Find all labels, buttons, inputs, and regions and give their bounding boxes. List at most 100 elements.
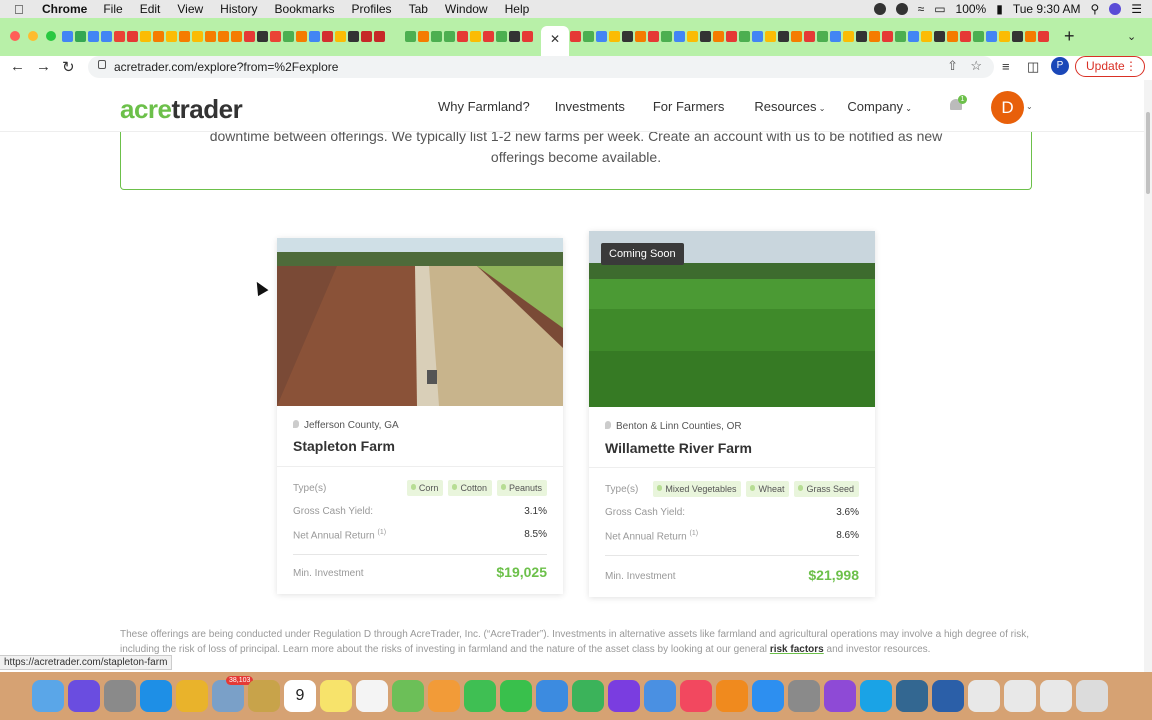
launchpad-icon[interactable] [104, 680, 136, 712]
close-window-button[interactable] [10, 31, 20, 41]
tab-favicon-icon[interactable] [322, 31, 333, 42]
acretrader-logo[interactable]: acretrader [120, 94, 243, 125]
farm-photo[interactable]: Coming Soon [589, 231, 875, 407]
tab-favicon-icon[interactable] [791, 31, 802, 42]
tab-favicon-icon[interactable] [244, 31, 255, 42]
notes-app-icon[interactable] [248, 680, 280, 712]
tab-favicon-icon[interactable] [648, 31, 659, 42]
photos-icon[interactable] [428, 680, 460, 712]
page-scrollbar[interactable] [1144, 80, 1152, 672]
tab-favicon-icon[interactable] [483, 31, 494, 42]
tab-favicon-icon[interactable] [361, 31, 372, 42]
tab-favicon-icon[interactable] [804, 31, 815, 42]
tab-favicon-icon[interactable] [153, 31, 164, 42]
imovie-icon[interactable] [608, 680, 640, 712]
facetime-icon[interactable] [500, 680, 532, 712]
spotlight-icon[interactable]: ⚲ [1090, 2, 1099, 16]
tab-favicon-icon[interactable] [778, 31, 789, 42]
tab-favicon-icon[interactable] [947, 31, 958, 42]
active-tab[interactable]: ✕ [541, 26, 569, 56]
close-tab-icon[interactable]: ✕ [550, 32, 560, 46]
farm-card-willamette[interactable]: Coming Soon Benton & Linn Counties, OR W… [589, 231, 875, 597]
tab-favicon-icon[interactable] [869, 31, 880, 42]
chevron-down-icon[interactable]: ⌄ [1026, 102, 1033, 111]
tab-favicon-icon[interactable] [895, 31, 906, 42]
forward-button[interactable]: → [36, 58, 51, 75]
tab-favicon-icon[interactable] [609, 31, 620, 42]
tab-favicon-icon[interactable] [661, 31, 672, 42]
tab-favicon-icon[interactable] [509, 31, 520, 42]
tab-favicon-icon[interactable] [583, 31, 594, 42]
tab-favicon-icon[interactable] [856, 31, 867, 42]
tab-favicon-icon[interactable] [192, 31, 203, 42]
tab-favicon-icon[interactable] [496, 31, 507, 42]
new-tab-button[interactable]: + [1064, 26, 1075, 47]
zoom-window-button[interactable] [46, 31, 56, 41]
tab-favicon-icon[interactable] [713, 31, 724, 42]
tab-favicon-icon[interactable] [418, 31, 429, 42]
tab-favicon-icon[interactable] [270, 31, 281, 42]
tab-favicon-icon[interactable] [986, 31, 997, 42]
safari-icon[interactable] [140, 680, 172, 712]
preview-icon[interactable]: 38,103 [212, 676, 254, 712]
tab-favicon-icon[interactable] [596, 31, 607, 42]
tab-favicon-icon[interactable] [166, 31, 177, 42]
trash-icon[interactable] [1076, 680, 1108, 712]
nav-investments[interactable]: Investments [555, 99, 625, 114]
risk-factors-link[interactable]: risk factors [770, 644, 824, 655]
lock-icon[interactable] [98, 60, 106, 69]
app-store-icon[interactable] [752, 680, 784, 712]
tab-favicon-icon[interactable] [257, 31, 268, 42]
minimize-window-button[interactable] [28, 31, 38, 41]
messages-icon[interactable] [464, 680, 496, 712]
tab-favicon-icon[interactable] [622, 31, 633, 42]
tab-favicon-icon[interactable] [674, 31, 685, 42]
farm-name[interactable]: Willamette River Farm [605, 440, 752, 456]
tab-favicon-icon[interactable] [817, 31, 828, 42]
tab-favicon-icon[interactable] [348, 31, 359, 42]
tab-favicon-icon[interactable] [127, 31, 138, 42]
more-menu-icon[interactable]: ⋮ [1125, 57, 1137, 76]
tab-favicon-icon[interactable] [843, 31, 854, 42]
menu-help[interactable]: Help [505, 2, 530, 16]
menu-edit[interactable]: Edit [140, 2, 161, 16]
calendar-icon[interactable]: 9 [284, 680, 316, 712]
finder-icon[interactable] [32, 680, 64, 712]
window-2-icon[interactable] [1004, 680, 1036, 712]
window-1-icon[interactable] [968, 680, 1000, 712]
maps-icon[interactable] [392, 680, 424, 712]
tab-favicon-icon[interactable] [218, 31, 229, 42]
menu-profiles[interactable]: Profiles [352, 2, 392, 16]
tab-favicon-icon[interactable] [405, 31, 416, 42]
tab-favicon-icon[interactable] [309, 31, 320, 42]
tab-favicon-icon[interactable] [921, 31, 932, 42]
tab-favicon-icon[interactable] [687, 31, 698, 42]
books-icon[interactable] [716, 680, 748, 712]
tab-favicon-icon[interactable] [739, 31, 750, 42]
nav-company[interactable]: Company ⌄ [847, 99, 912, 114]
skype-icon[interactable] [860, 680, 892, 712]
menu-file[interactable]: File [103, 2, 122, 16]
chrome-icon[interactable] [176, 680, 208, 712]
notifications-bell-icon[interactable]: 1 [948, 95, 967, 113]
system-preferences-icon[interactable] [788, 680, 820, 712]
nav-why-farmland[interactable]: Why Farmland? [438, 99, 530, 114]
siri-icon[interactable] [1109, 3, 1122, 15]
tab-favicon-icon[interactable] [75, 31, 86, 42]
tab-favicon-icon[interactable] [752, 31, 763, 42]
control-center-icon[interactable]: ☰ [1131, 2, 1142, 16]
side-panel-icon[interactable]: ◫ [1027, 59, 1039, 75]
farm-photo[interactable] [277, 238, 563, 406]
menu-view[interactable]: View [177, 2, 203, 16]
tab-favicon-icon[interactable] [444, 31, 455, 42]
tab-favicon-icon[interactable] [296, 31, 307, 42]
tab-favicon-icon[interactable] [1038, 31, 1049, 42]
tab-favicon-icon[interactable] [457, 31, 468, 42]
menu-history[interactable]: History [220, 2, 257, 16]
clock[interactable]: Tue 9:30 AM [1013, 2, 1081, 16]
app-menu[interactable]: Chrome [42, 2, 87, 16]
tab-favicon-icon[interactable] [908, 31, 919, 42]
tab-favicon-icon[interactable] [973, 31, 984, 42]
farm-card-stapleton[interactable]: Jefferson County, GA Stapleton Farm Type… [277, 238, 563, 594]
airplay-icon[interactable]: ▭ [934, 2, 945, 16]
